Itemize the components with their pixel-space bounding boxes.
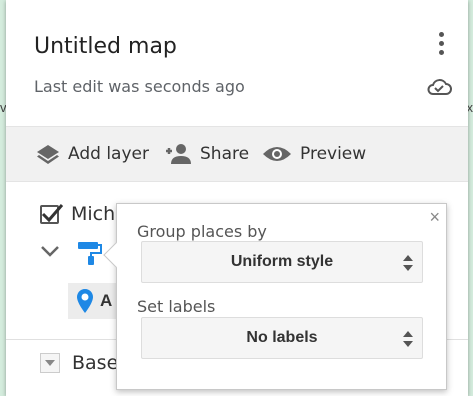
chevron-down-icon[interactable] — [40, 244, 60, 258]
last-edit-status: Last edit was seconds ago — [34, 77, 245, 96]
title-block: Untitled map Last edit was seconds ago — [6, 0, 468, 126]
close-icon[interactable]: × — [429, 208, 440, 226]
base-map-toggle[interactable] — [40, 353, 60, 373]
group-places-select[interactable]: Uniform style — [141, 241, 423, 283]
layer-visibility-checkbox[interactable] — [40, 203, 64, 224]
set-labels-label: Set labels — [137, 297, 216, 316]
more-options-icon[interactable] — [436, 32, 446, 58]
share-label: Share — [200, 144, 250, 164]
map-title[interactable]: Untitled map — [34, 34, 468, 59]
base-map-row: Base — [40, 352, 118, 374]
checkmark-icon — [41, 203, 64, 222]
set-labels-value: No labels — [246, 329, 318, 346]
preview-button[interactable]: Preview — [262, 144, 366, 164]
select-arrows-icon — [403, 255, 413, 271]
set-labels-select[interactable]: No labels — [141, 317, 423, 359]
layer-toolbar: Add layer Share Preview — [6, 126, 468, 182]
place-name: A — [100, 291, 113, 310]
eye-icon — [263, 147, 291, 161]
layer-header: Mich — [40, 203, 115, 225]
cloud-saved-icon — [427, 79, 452, 95]
style-popup: × Group places by Uniform style Set labe… — [103, 203, 447, 390]
map-pin-icon — [77, 289, 93, 313]
layer-name[interactable]: Mich — [71, 203, 115, 225]
layers-icon — [37, 145, 59, 164]
add-person-icon — [166, 144, 191, 164]
select-arrows-icon — [403, 331, 413, 347]
paint-roller-icon[interactable] — [76, 240, 104, 266]
preview-label: Preview — [300, 144, 367, 164]
base-map-label[interactable]: Base — [72, 352, 118, 374]
share-button[interactable]: Share — [162, 143, 262, 165]
caret-down-icon — [45, 360, 55, 366]
group-places-value: Uniform style — [230, 253, 334, 270]
group-places-label: Group places by — [137, 222, 267, 241]
add-layer-label: Add layer — [68, 144, 149, 164]
add-layer-button[interactable]: Add layer — [36, 143, 162, 165]
